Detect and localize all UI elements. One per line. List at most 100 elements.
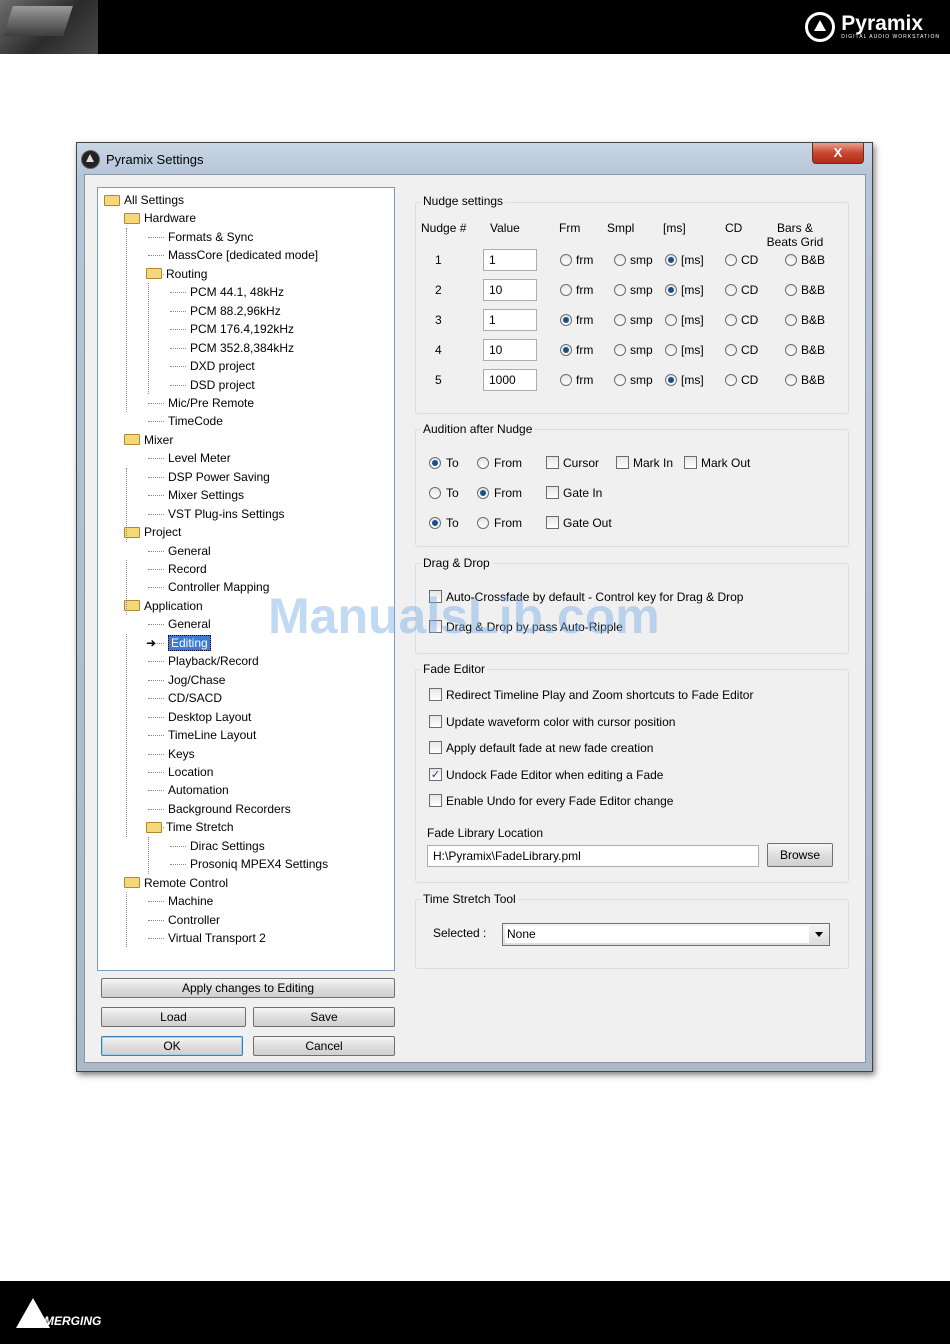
tree-item[interactable]: Background Recorders (168, 800, 291, 818)
nudge-frm-radio[interactable] (560, 344, 572, 356)
cancel-button[interactable]: Cancel (253, 1036, 395, 1056)
nudge-value-input[interactable]: 1 (483, 249, 537, 271)
tree-item[interactable]: TimeCode (168, 412, 223, 430)
nudge-ms-radio[interactable] (665, 374, 677, 386)
tree-item[interactable]: Machine (168, 892, 213, 910)
tree-item[interactable]: Virtual Transport 2 (168, 929, 266, 947)
option-checkbox[interactable] (429, 714, 442, 728)
tree-item[interactable]: Keys (168, 745, 195, 763)
nudge-bb-radio[interactable] (785, 374, 797, 386)
tree-item[interactable]: Time Stretch (146, 818, 234, 836)
nudge-bb-radio[interactable] (785, 314, 797, 326)
audition-to-radio[interactable] (429, 487, 441, 499)
close-button[interactable]: X (812, 143, 864, 164)
nudge-value-input[interactable]: 10 (483, 279, 537, 301)
nudge-value-input[interactable]: 1000 (483, 369, 537, 391)
tree-item[interactable]: All Settings (104, 191, 184, 209)
tree-item[interactable]: Automation (168, 781, 229, 799)
tree-item[interactable]: TimeLine Layout (168, 726, 256, 744)
tree-item[interactable]: Mic/Pre Remote (168, 394, 254, 412)
tree-item[interactable]: PCM 44.1, 48kHz (190, 283, 284, 301)
nudge-cd-radio[interactable] (725, 284, 737, 296)
tree-item[interactable]: Playback/Record (168, 652, 259, 670)
nudge-frm-radio[interactable] (560, 374, 572, 386)
tree-item[interactable]: PCM 88.2,96kHz (190, 302, 281, 320)
nudge-frm-radio[interactable] (560, 254, 572, 266)
audition-checkbox[interactable] (684, 456, 697, 469)
nudge-ms-radio[interactable] (665, 254, 677, 266)
nudge-smp-radio[interactable] (614, 344, 626, 356)
nudge-cd-radio[interactable] (725, 254, 737, 266)
nudge-smp-radio[interactable] (614, 374, 626, 386)
tree-item[interactable]: Mixer Settings (168, 486, 244, 504)
tree-item[interactable]: Remote Control (124, 874, 228, 892)
tree-item[interactable]: Application (124, 597, 203, 615)
tree-item[interactable]: Mixer (124, 431, 173, 449)
ok-button[interactable]: OK (101, 1036, 243, 1056)
load-button[interactable]: Load (101, 1007, 246, 1027)
tree-item[interactable]: Location (168, 763, 213, 781)
tree-item[interactable]: Jog/Chase (168, 671, 225, 689)
nudge-ms-radio[interactable] (665, 344, 677, 356)
nudge-bb-radio[interactable] (785, 284, 797, 296)
nudge-cd-radio[interactable] (725, 344, 737, 356)
option-checkbox[interactable] (429, 741, 442, 754)
tree-item[interactable]: PCM 176.4,192kHz (190, 320, 294, 338)
audition-to-radio[interactable] (429, 517, 441, 529)
audition-to-radio[interactable] (429, 457, 441, 469)
tree-item[interactable]: MassCore [dedicated mode] (168, 246, 318, 264)
tree-item[interactable]: General (168, 615, 211, 633)
tree-connector (148, 458, 164, 460)
tree-item[interactable]: Prosoniq MPEX4 Settings (190, 855, 328, 873)
nudge-smp-radio[interactable] (614, 284, 626, 296)
nudge-cd-radio[interactable] (725, 374, 737, 386)
option-checkbox[interactable] (429, 794, 442, 807)
tree-item[interactable]: DSD project (190, 376, 255, 394)
tree-item[interactable]: Hardware (124, 209, 196, 227)
option-checkbox[interactable]: ✓ (429, 767, 442, 781)
audition-from-radio[interactable] (477, 487, 489, 499)
nudge-bb-radio[interactable] (785, 254, 797, 266)
tree-item[interactable]: Project (124, 523, 181, 541)
tree-item[interactable]: DSP Power Saving (168, 468, 270, 486)
tree-item[interactable]: Controller Mapping (168, 578, 269, 596)
audition-checkbox[interactable] (546, 456, 559, 469)
tree-item[interactable]: Level Meter (168, 449, 231, 467)
tree-item[interactable]: Routing (146, 265, 207, 283)
save-button[interactable]: Save (253, 1007, 395, 1027)
audition-from-radio[interactable] (477, 457, 489, 469)
audition-checkbox[interactable] (546, 516, 559, 529)
tree-item[interactable]: VST Plug-ins Settings (168, 505, 285, 523)
tree-item-label: MassCore [dedicated mode] (168, 248, 319, 263)
audition-checkbox[interactable] (616, 456, 629, 469)
apply-changes-button[interactable]: Apply changes to Editing (101, 978, 395, 998)
settings-tree[interactable]: All Settings Hardware Formats & Sync MassCo… (97, 187, 395, 971)
option-checkbox[interactable] (429, 688, 442, 701)
audition-from-radio[interactable] (477, 517, 489, 529)
tree-item[interactable]: DXD project (190, 357, 255, 375)
nudge-value-input[interactable]: 10 (483, 339, 537, 361)
nudge-cd-radio[interactable] (725, 314, 737, 326)
tree-item[interactable]: General (168, 542, 211, 560)
tree-item[interactable]: Formats & Sync (168, 228, 253, 246)
nudge-frm-radio[interactable] (560, 284, 572, 296)
tree-item[interactable]: Dirac Settings (190, 837, 265, 855)
tree-item[interactable]: PCM 352.8,384kHz (190, 339, 294, 357)
nudge-value-input[interactable]: 1 (483, 309, 537, 331)
nudge-ms-radio[interactable] (665, 284, 677, 296)
tree-item[interactable]: Record (168, 560, 207, 578)
tree-item[interactable]: CD/SACD (168, 689, 222, 707)
nudge-smp-radio[interactable] (614, 254, 626, 266)
audition-checkbox[interactable] (546, 486, 559, 499)
nudge-frm-radio[interactable] (560, 314, 572, 326)
tree-item[interactable]: Desktop Layout (168, 708, 251, 726)
browse-button[interactable]: Browse (767, 843, 833, 867)
selection-arrow-icon: ➜ (146, 635, 157, 650)
fade-library-path-input[interactable]: H:\Pyramix\FadeLibrary.pml (427, 845, 759, 867)
tree-item[interactable]: Controller (168, 911, 220, 929)
tree-item-editing-selected[interactable]: ➜ Editing (146, 634, 211, 652)
nudge-bb-radio[interactable] (785, 344, 797, 356)
nudge-smp-radio[interactable] (614, 314, 626, 326)
nudge-ms-radio[interactable] (665, 314, 677, 326)
time-stretch-select[interactable]: None (502, 923, 830, 946)
